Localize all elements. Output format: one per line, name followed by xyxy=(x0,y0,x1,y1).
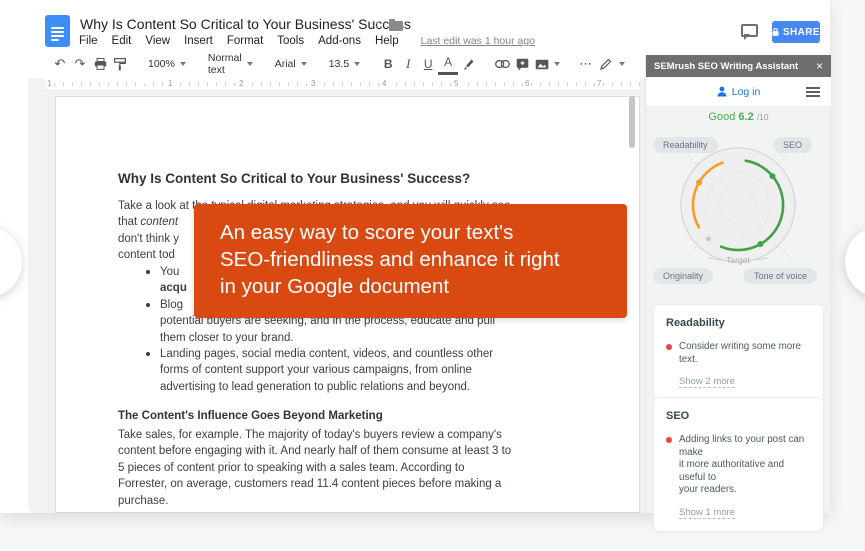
gauge-label-originality: Originality xyxy=(653,268,714,284)
lock-icon xyxy=(772,28,779,36)
list-item: Landing pages, social media content, vid… xyxy=(146,346,576,395)
menu-file[interactable]: File xyxy=(79,35,98,47)
ruler-number: 1 xyxy=(45,79,54,88)
folder-icon[interactable] xyxy=(389,19,403,31)
doc-heading: Why Is Content So Critical to Your Busin… xyxy=(118,171,471,186)
menu-view[interactable]: View xyxy=(145,35,170,47)
print-icon[interactable] xyxy=(90,53,110,75)
login-row: Log in xyxy=(646,77,831,107)
star-icon[interactable]: ☆ xyxy=(368,16,380,32)
menu-insert[interactable]: Insert xyxy=(184,35,213,47)
share-button[interactable]: SHARE xyxy=(772,21,820,43)
chevron-down-icon xyxy=(179,62,186,66)
seo-issue: Adding links to your post can make it mo… xyxy=(666,434,811,497)
chevron-down-icon[interactable] xyxy=(619,62,626,66)
readability-issue: Consider writing some more text. xyxy=(666,341,811,366)
score-label: Good xyxy=(708,111,736,123)
bold-button[interactable]: B xyxy=(378,53,398,75)
ruler-number: 1 xyxy=(166,79,175,88)
insert-link-icon[interactable] xyxy=(492,53,512,75)
person-icon xyxy=(717,86,727,97)
ruler-number: 6 xyxy=(523,79,532,88)
left-indent-marker[interactable] xyxy=(140,79,147,86)
google-docs-icon[interactable] xyxy=(45,15,70,47)
highlight-color-button[interactable] xyxy=(458,53,478,75)
readability-card-title: Readability xyxy=(666,317,725,329)
promo-tooltip: An easy way to score your text's SEO-fri… xyxy=(194,204,627,318)
add-comment-icon[interactable] xyxy=(512,53,532,75)
gauge-target-label: Target xyxy=(726,255,750,265)
paragraph-style-select[interactable]: Normal text xyxy=(204,52,257,76)
menu-edit[interactable]: Edit xyxy=(112,35,132,47)
login-button[interactable]: Log in xyxy=(717,86,760,98)
gauge-label-seo: SEO xyxy=(772,137,812,153)
seo-show-more-link[interactable]: Show 1 more xyxy=(679,507,735,519)
ruler-number: 7 xyxy=(595,79,604,88)
score-gauge: Target xyxy=(680,147,796,265)
issue-dot-icon xyxy=(666,344,672,350)
editing-mode-icon[interactable] xyxy=(596,53,616,75)
ruler-number: 4 xyxy=(380,79,389,88)
text-color-button[interactable]: A xyxy=(438,53,459,75)
chevron-down-icon xyxy=(354,62,361,66)
menu-tools[interactable]: Tools xyxy=(277,35,304,47)
more-options-icon[interactable]: ⋯ xyxy=(576,53,596,75)
right-indent-marker[interactable] xyxy=(515,79,522,86)
readability-show-more-link[interactable]: Show 2 more xyxy=(679,376,735,388)
carousel-next-button[interactable] xyxy=(845,226,865,298)
google-docs-window: Why Is Content So Critical to Your Busin… xyxy=(0,0,831,532)
close-icon[interactable]: × xyxy=(816,60,823,72)
issue-dot-icon xyxy=(666,437,672,443)
chevron-down-icon xyxy=(246,62,253,66)
doc-subheading: The Content's Influence Goes Beyond Mark… xyxy=(118,410,383,422)
semrush-sidebar: SEMrush SEO Writing Assistant × Log in G… xyxy=(645,55,831,532)
gauge-label-tone-of-voice: Tone of voice xyxy=(743,268,817,284)
sidebar-title: SEMrush SEO Writing Assistant xyxy=(654,60,799,72)
underline-button[interactable]: U xyxy=(418,53,438,75)
toolbar: ↶ ↷ 100% Normal text Arial 13.5 B I U A xyxy=(0,50,656,78)
score-value: 6.2 xyxy=(738,111,754,123)
chevron-down-icon xyxy=(300,62,307,66)
seo-card: SEO Adding links to your post can make i… xyxy=(653,397,824,532)
hamburger-menu-icon[interactable] xyxy=(806,87,820,100)
overall-score: Good 6.2 /10 xyxy=(646,111,831,123)
ruler-number: 5 xyxy=(452,79,461,88)
menu-bar: File Edit View Insert Format Tools Add-o… xyxy=(79,35,535,47)
insert-image-icon[interactable] xyxy=(532,53,552,75)
font-size-select[interactable]: 13.5 xyxy=(325,58,364,70)
paint-format-icon[interactable] xyxy=(110,53,130,75)
gauge-label-readability: Readability xyxy=(653,137,718,153)
ruler: 1 1 2 3 4 5 6 7 xyxy=(45,78,640,91)
menu-format[interactable]: Format xyxy=(227,35,263,47)
menu-help[interactable]: Help xyxy=(375,35,399,47)
ruler-number: 3 xyxy=(309,79,318,88)
vertical-scrollbar[interactable] xyxy=(629,96,635,148)
undo-icon[interactable]: ↶ xyxy=(50,53,70,75)
comments-icon[interactable] xyxy=(741,24,758,40)
document-title[interactable]: Why Is Content So Critical to Your Busin… xyxy=(80,16,411,32)
menu-addons[interactable]: Add-ons xyxy=(318,35,361,47)
last-edit-link[interactable]: Last edit was 1 hour ago xyxy=(421,35,535,47)
ruler-number: 2 xyxy=(237,79,246,88)
zoom-select[interactable]: 100% xyxy=(144,58,190,70)
doc-paragraph-2: Take sales, for example. The majority of… xyxy=(118,429,512,507)
redo-icon[interactable]: ↷ xyxy=(70,53,90,75)
italic-button[interactable]: I xyxy=(398,53,418,75)
chevron-down-icon[interactable] xyxy=(554,62,561,66)
sidebar-header: SEMrush SEO Writing Assistant × xyxy=(646,55,831,77)
readability-card: Readability Consider writing some more t… xyxy=(653,304,824,401)
score-outof: /10 xyxy=(756,112,769,122)
font-select[interactable]: Arial xyxy=(271,58,311,70)
seo-card-title: SEO xyxy=(666,410,690,422)
